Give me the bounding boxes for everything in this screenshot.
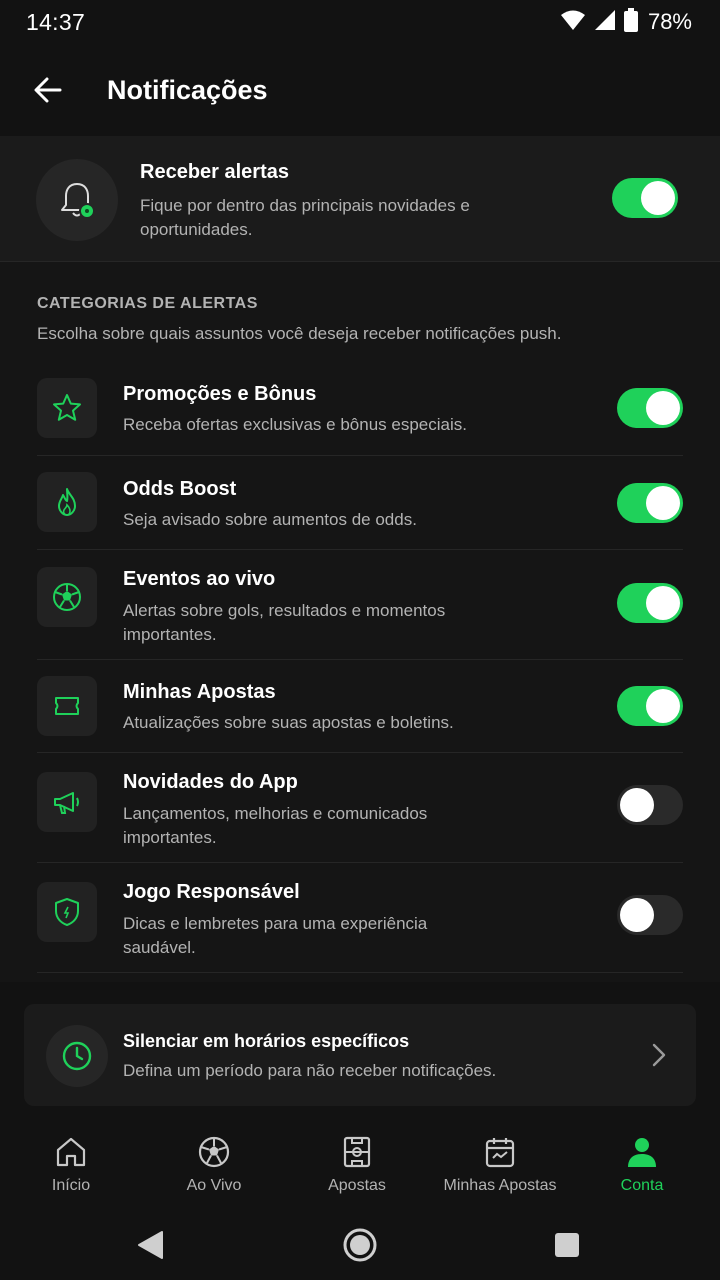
toggle-responsible-gaming[interactable]: [617, 895, 683, 935]
bell-icon: [36, 159, 118, 241]
nav-label: Minhas Apostas: [443, 1177, 557, 1194]
system-back-button[interactable]: [130, 1225, 170, 1265]
nav-label: Início: [51, 1177, 91, 1194]
mute-description: Defina um período para não receber notif…: [123, 1061, 497, 1080]
receive-alerts-card: Receber alertas Fique por dentro das pri…: [0, 136, 720, 262]
person-icon: [625, 1134, 659, 1170]
category-row-my-bets: Minhas Apostas Atualizações sobre suas a…: [37, 660, 683, 753]
system-navigation: [0, 1210, 720, 1280]
status-bar: 14:37 78%: [0, 0, 720, 44]
nav-item-apostas[interactable]: Apostas: [287, 1120, 427, 1210]
page-title: Notificações: [107, 74, 268, 105]
bottom-navigation: Início Ao Vivo Apostas Minhas Apostas Co…: [0, 1120, 720, 1210]
star-icon: [37, 378, 97, 438]
calendar-icon: [483, 1134, 517, 1170]
category-title: Jogo Responsável: [123, 881, 300, 903]
nav-item-inicio[interactable]: Início: [1, 1120, 141, 1210]
category-row-responsible-gaming: Jogo Responsável Dicas e lembretes para …: [37, 863, 683, 973]
nav-label: Apostas: [328, 1177, 386, 1194]
category-description: Seja avisado sobre aumentos de odds.: [123, 510, 417, 529]
nav-item-conta[interactable]: Conta: [572, 1120, 712, 1210]
nav-label: Conta: [620, 1177, 664, 1194]
nav-item-ao-vivo[interactable]: Ao Vivo: [144, 1120, 284, 1210]
category-row-odds-boost: Odds Boost Seja avisado sobre aumentos d…: [37, 456, 683, 550]
nav-label: Ao Vivo: [186, 1177, 242, 1194]
cell-signal-icon: [594, 9, 616, 36]
master-title: Receber alertas: [140, 161, 289, 183]
toggle-my-bets[interactable]: [617, 686, 683, 726]
toggle-app-news[interactable]: [617, 785, 683, 825]
category-title: Eventos ao vivo: [123, 568, 276, 590]
clock-icon: [46, 1025, 108, 1087]
megaphone-icon: [37, 772, 97, 832]
category-title: Odds Boost: [123, 478, 237, 500]
category-title: Novidades do App: [123, 771, 298, 793]
section-description: Escolha sobre quais assuntos você deseja…: [37, 324, 562, 343]
soccer-ball-icon: [197, 1134, 231, 1170]
status-time: 14:37: [26, 8, 86, 35]
category-description: Alertas sobre gols, resultados e momento…: [123, 601, 446, 644]
ticket-icon: [37, 676, 97, 736]
field-icon: [340, 1134, 374, 1170]
status-icons: 78%: [560, 7, 692, 37]
category-description: Atualizações sobre suas apostas e boleti…: [123, 713, 454, 732]
alert-categories-section: CATEGORIAS DE ALERTAS Escolha sobre quai…: [0, 262, 720, 982]
receive-alerts-toggle[interactable]: [612, 178, 678, 218]
toggle-odds-boost[interactable]: [617, 483, 683, 523]
section-title: CATEGORIAS DE ALERTAS: [37, 295, 258, 312]
master-description: Fique por dentro das principais novidade…: [140, 196, 470, 239]
category-title: Minhas Apostas: [123, 681, 276, 703]
system-recents-button[interactable]: [547, 1225, 587, 1265]
soccer-ball-icon: [37, 567, 97, 627]
category-row-live-events: Eventos ao vivo Alertas sobre gols, resu…: [37, 550, 683, 660]
battery-percent: 78%: [647, 9, 692, 34]
category-title: Promoções e Bônus: [123, 383, 317, 405]
category-description: Receba ofertas exclusivas e bônus especi…: [123, 415, 467, 434]
category-row-app-news: Novidades do App Lançamentos, melhorias …: [37, 753, 683, 863]
toggle-promotions[interactable]: [617, 388, 683, 428]
system-home-button[interactable]: [340, 1225, 380, 1265]
toggle-live-events[interactable]: [617, 583, 683, 623]
home-icon: [54, 1134, 88, 1170]
arrow-left-icon: [34, 77, 62, 103]
shield-icon: [37, 882, 97, 942]
category-description: Lançamentos, melhorias e comunicados imp…: [123, 804, 428, 847]
category-description: Dicas e lembretes para uma experiência s…: [123, 914, 428, 957]
wifi-icon: [560, 9, 586, 36]
app-bar: Notificações: [0, 44, 720, 136]
mute-title: Silenciar em horários específicos: [123, 1031, 410, 1051]
chevron-right-icon: [652, 1043, 666, 1072]
flame-icon: [37, 472, 97, 532]
battery-icon: [623, 7, 638, 37]
mute-schedule-card[interactable]: Silenciar em horários específicos Defina…: [24, 1004, 696, 1106]
category-row-promotions: Promoções e Bônus Receba ofertas exclusi…: [37, 365, 683, 456]
nav-item-minhas-apostas[interactable]: Minhas Apostas: [430, 1120, 570, 1210]
back-button[interactable]: [18, 60, 78, 120]
